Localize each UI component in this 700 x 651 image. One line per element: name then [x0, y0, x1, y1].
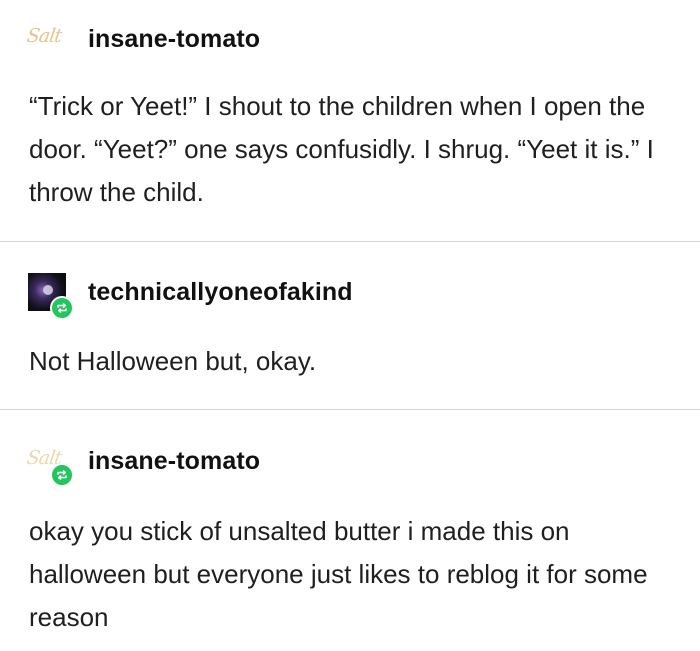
- avatar[interactable]: Salt: [25, 19, 79, 59]
- post-text: okay you stick of unsalted butter i made…: [29, 516, 648, 632]
- salt-logo-icon: Salt: [25, 25, 63, 47]
- username[interactable]: insane-tomato: [88, 447, 260, 476]
- post-header: Salt insane-tomato: [25, 19, 260, 59]
- username[interactable]: insane-tomato: [88, 25, 260, 54]
- post-text: Not Halloween but, okay.: [29, 346, 317, 376]
- divider: [0, 241, 700, 242]
- divider: [0, 409, 700, 410]
- post-text: “Trick or Yeet!” I shout to the children…: [29, 91, 654, 207]
- avatar[interactable]: [27, 272, 79, 320]
- username[interactable]: technicallyoneofakind: [88, 278, 353, 307]
- post-header: technicallyoneofakind: [27, 272, 353, 320]
- reblog-icon: [50, 296, 74, 320]
- avatar[interactable]: Salt: [25, 441, 79, 487]
- reblog-icon: [50, 463, 74, 487]
- post-header: Salt insane-tomato: [25, 441, 260, 487]
